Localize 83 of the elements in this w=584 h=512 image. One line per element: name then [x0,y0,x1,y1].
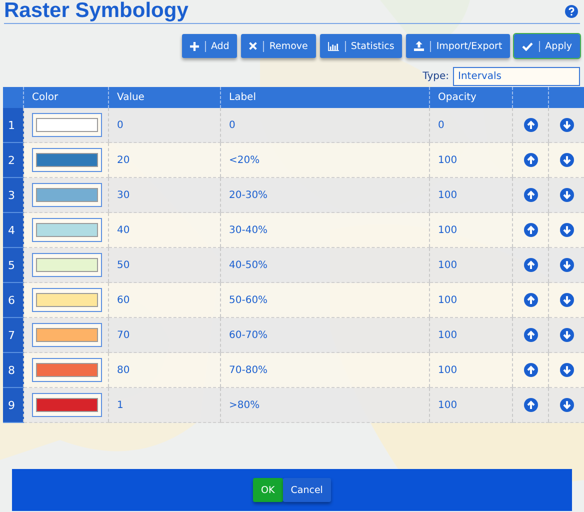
table-cell: 100 [430,248,512,282]
toolbar-button[interactable]: Statistics [320,34,402,58]
color-swatch[interactable] [32,323,102,347]
table-cell: 100 [430,212,512,248]
help-icon[interactable] [565,4,578,18]
plus-icon [190,42,199,50]
table-cell: 100 [430,178,512,212]
table-cell: 70 [108,318,220,352]
move-down-icon[interactable] [560,223,574,237]
table-cell: 30-40% [220,212,430,248]
toolbar-button[interactable]: Add [182,34,238,58]
table-cell: 100 [430,142,512,178]
move-up-icon[interactable] [524,258,538,272]
color-swatch[interactable] [32,183,102,207]
color-swatch[interactable] [32,253,102,277]
move-down-icon[interactable] [560,188,574,202]
table-cell: 60 [108,282,220,318]
toolbar-button[interactable]: Remove [241,34,316,58]
table-cell: 100 [430,388,512,422]
row-number: 3 [8,188,15,202]
bar-chart-icon [328,42,339,50]
move-up-icon[interactable] [524,118,538,132]
check-icon [522,42,534,50]
row-number: 9 [8,398,15,412]
move-up-icon[interactable] [524,363,538,377]
table-cell: 0 [430,108,512,142]
table-cell: 1 [108,388,220,422]
move-down-icon[interactable] [560,153,574,167]
color-swatch[interactable] [32,393,102,417]
move-down-icon[interactable] [560,363,574,377]
move-up-icon[interactable] [524,223,538,237]
row-number: 4 [8,224,15,236]
table-cell: 100 [430,282,512,318]
move-up-icon[interactable] [524,293,538,307]
color-swatch[interactable] [32,288,102,312]
color-swatch[interactable] [32,358,102,382]
color-swatch[interactable] [32,218,102,242]
dialog-button[interactable]: Cancel [282,478,331,502]
move-up-icon[interactable] [524,398,538,412]
table-cell: 30 [108,178,220,212]
upload-icon [414,41,424,51]
table-cell: 100 [430,318,512,352]
close-icon [249,42,258,50]
color-swatch[interactable] [32,113,102,137]
move-up-icon[interactable] [524,188,538,202]
row-number: 8 [8,364,15,376]
table-cell: 0 [220,108,430,142]
table-cell: 40 [108,212,220,248]
row-number: 2 [8,154,15,166]
table-cell: 60-70% [220,318,430,352]
column-header: Opacity [430,87,512,108]
column-header: Label [220,87,430,108]
table-cell: <20% [220,142,430,178]
row-number: 6 [8,294,15,306]
row-number: 7 [8,328,15,342]
table-cell: 20-30% [220,178,430,212]
move-up-icon[interactable] [524,153,538,167]
table-cell: 40-50% [220,248,430,282]
window-title: Raster Symbology [4,0,188,23]
column-header: Value [108,87,220,108]
move-down-icon[interactable] [560,118,574,132]
type-field[interactable]: Intervals [453,67,580,86]
column-header: Color [24,87,108,108]
dialog-button[interactable]: OK [253,478,283,502]
table-cell: 20 [108,142,220,178]
table-cell: >80% [220,388,430,422]
toolbar-button[interactable]: Apply [514,34,580,58]
table-cell: 50 [108,248,220,282]
toolbar-button[interactable]: Import/Export [406,34,510,58]
table-cell: 100 [430,352,512,388]
row-number: 1 [8,118,15,132]
move-down-icon[interactable] [560,293,574,307]
table-cell: 70-80% [220,352,430,388]
move-down-icon[interactable] [560,398,574,412]
row-number: 5 [8,258,15,272]
move-down-icon[interactable] [560,328,574,342]
move-up-icon[interactable] [524,328,538,342]
table-cell: 50-60% [220,282,430,318]
table-cell: 80 [108,352,220,388]
move-down-icon[interactable] [560,258,574,272]
table-cell: 0 [108,108,220,142]
type-label: Type: [422,71,449,82]
color-swatch[interactable] [32,148,102,172]
